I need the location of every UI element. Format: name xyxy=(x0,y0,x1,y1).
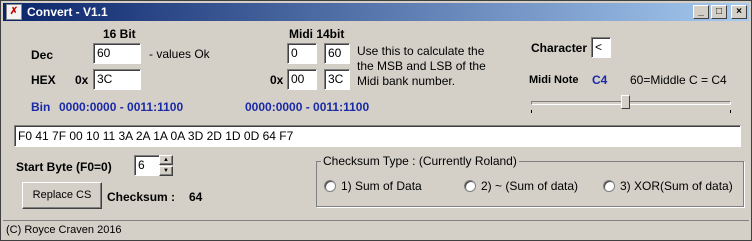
convert-window: ✗ Convert - V1.1 _ □ × 16 Bit Dec 60 - v… xyxy=(0,0,752,241)
spin-up-button[interactable]: ▲ xyxy=(159,155,173,165)
midi-dec-lsb-input[interactable]: 60 xyxy=(324,43,350,64)
midi-note-label: Midi Note xyxy=(529,74,579,86)
character-label: Character xyxy=(531,41,588,55)
close-button[interactable]: × xyxy=(731,5,747,19)
checksum-option-label: 3) XOR(Sum of data) xyxy=(620,179,733,193)
midi-hex-msb-input[interactable]: 00 xyxy=(287,69,317,90)
checksum-type-title: Checksum Type : (Currently Roland) xyxy=(321,154,519,168)
dec-input[interactable]: 60 xyxy=(93,43,141,64)
midi-dec-msb-input[interactable]: 0 xyxy=(287,43,317,64)
midi-note-value: C4 xyxy=(592,73,608,87)
spin-down-button[interactable]: ▼ xyxy=(159,166,173,176)
sysex-input[interactable]: F0 41 7F 00 10 11 3A 2A 1A 0A 3D 2D 1D 0… xyxy=(14,125,741,147)
title-bar[interactable]: ✗ Convert - V1.1 _ □ × xyxy=(3,3,749,21)
maximize-button[interactable]: □ xyxy=(711,5,727,19)
tool-icon: ✗ xyxy=(6,4,22,20)
slider-track xyxy=(531,101,731,105)
bin-label: Bin xyxy=(31,100,51,114)
slider-thumb[interactable] xyxy=(620,95,630,109)
hex-input[interactable]: 3C xyxy=(93,69,141,90)
status-text: (C) Royce Craven 2016 xyxy=(6,224,122,236)
midi-note-slider[interactable] xyxy=(529,93,735,113)
midi-hex-prefix: 0x xyxy=(270,73,284,87)
midi-help-line-1: Use this to calculate the xyxy=(357,44,485,58)
character-input[interactable]: < xyxy=(591,37,611,58)
checksum-option-label: 1) Sum of Data xyxy=(341,179,422,193)
dec-label: Dec xyxy=(31,48,54,62)
start-byte-spinner[interactable]: ▲ ▼ xyxy=(159,155,173,176)
hex-label: HEX xyxy=(31,73,56,87)
midi-hex-lsb-input[interactable]: 3C xyxy=(324,69,350,90)
midi-bin-value: 0000:0000 - 0011:1100 xyxy=(245,100,370,114)
replace-cs-button[interactable]: Replace CS xyxy=(22,182,102,209)
checksum-option-3[interactable]: 3) XOR(Sum of data) xyxy=(603,179,743,195)
minimize-button[interactable]: _ xyxy=(693,5,709,19)
checksum-label: Checksum : xyxy=(107,190,176,204)
midi-help-line-2: the MSB and LSB of the xyxy=(357,59,486,73)
checksum-option-label: 2) ~ (Sum of data) xyxy=(481,179,579,193)
hex-prefix: 0x xyxy=(75,73,89,87)
checksum-value: 64 xyxy=(189,190,203,204)
midi-14bit-header: Midi 14bit xyxy=(289,27,345,41)
slider-ticks xyxy=(531,110,731,114)
sixteen-bit-header: 16 Bit xyxy=(103,27,136,41)
start-byte-input[interactable]: 6 xyxy=(134,155,160,176)
bin-value: 0000:0000 - 0011:1100 xyxy=(59,100,184,114)
checksum-option-1[interactable]: 1) Sum of Data xyxy=(324,179,464,195)
start-byte-label: Start Byte (F0=0) xyxy=(16,160,112,174)
status-bar: (C) Royce Craven 2016 xyxy=(3,220,749,239)
radio-button[interactable] xyxy=(324,180,336,192)
window-title: Convert - V1.1 xyxy=(27,5,108,19)
checksum-option-2[interactable]: 2) ~ (Sum of data) xyxy=(464,179,604,195)
dec-status-text: - values Ok xyxy=(149,47,210,61)
radio-button[interactable] xyxy=(464,180,476,192)
midi-help-line-3: Midi bank number. xyxy=(357,74,456,88)
midi-note-hint: 60=Middle C = C4 xyxy=(630,73,727,87)
radio-button[interactable] xyxy=(603,180,615,192)
